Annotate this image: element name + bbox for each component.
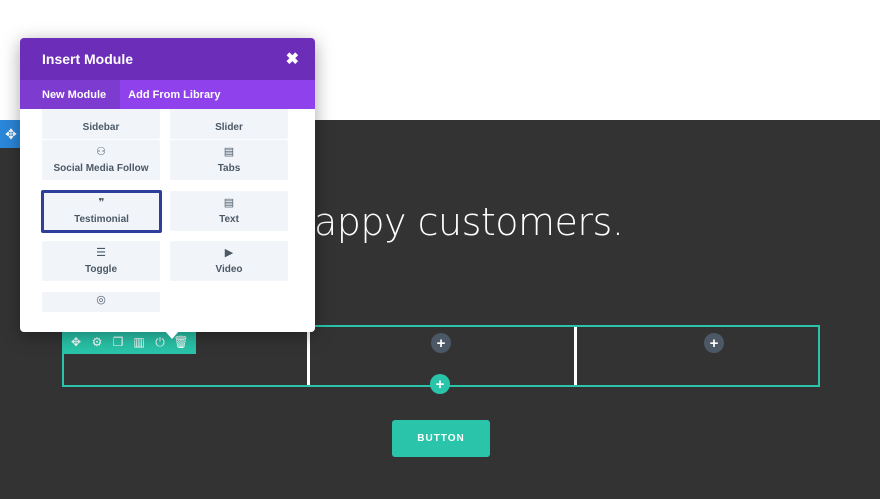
hero-heading: appy customers. — [314, 200, 624, 244]
module-video[interactable]: ▶ Video — [170, 241, 288, 281]
tab-add-from-library[interactable]: Add From Library — [120, 80, 233, 109]
move-icon: ✥ — [5, 125, 17, 142]
cta-button[interactable]: BUTTON — [392, 420, 490, 457]
add-module-button-col3[interactable]: + — [704, 333, 724, 353]
add-row-button[interactable]: + — [430, 374, 450, 394]
toggle-icon: ☰ — [96, 246, 106, 259]
module-label: Slider — [215, 121, 243, 133]
gear-icon[interactable]: ⚙ — [91, 336, 103, 348]
module-text[interactable]: ▤ Text — [170, 191, 288, 231]
module-toggle[interactable]: ☰ Toggle — [42, 241, 160, 281]
module-label: Sidebar — [82, 121, 120, 133]
modal-tabs: New Module Add From Library — [20, 80, 315, 109]
module-label: Video — [215, 263, 243, 275]
module-label: Testimonial — [74, 214, 129, 225]
column-divider — [574, 327, 577, 385]
column-divider — [307, 327, 310, 385]
text-icon: ▤ — [223, 196, 235, 209]
tab-new-module[interactable]: New Module — [20, 80, 121, 109]
columns-icon[interactable]: ▥ — [133, 336, 145, 348]
module-label: Social Media Follow — [53, 162, 149, 174]
close-icon[interactable]: ✖ — [286, 49, 299, 69]
module-label: Toggle — [84, 263, 118, 275]
module-label: Tabs — [217, 162, 241, 174]
add-module-button-col2[interactable]: + — [431, 333, 451, 353]
module-grid: Sidebar Slider ⚇ Social Media Follow ▤ T… — [20, 109, 315, 332]
module-tabs[interactable]: ▤ Tabs — [170, 140, 288, 180]
camera-icon: ◎ — [96, 294, 106, 306]
section-move-handle[interactable]: ✥ — [0, 120, 22, 148]
modal-pointer — [164, 330, 180, 339]
module-testimonial[interactable]: ❞ Testimonial — [41, 190, 162, 233]
module-sidebar[interactable]: Sidebar — [42, 109, 160, 139]
move-icon[interactable]: ✥ — [70, 336, 82, 348]
modal-title: Insert Module — [42, 51, 134, 67]
module-partial[interactable]: ◎ — [42, 292, 160, 312]
quote-icon: ❞ — [98, 197, 105, 209]
duplicate-icon[interactable]: ❐ — [112, 336, 124, 348]
module-slider[interactable]: Slider — [170, 109, 288, 139]
video-icon: ▶ — [224, 246, 234, 259]
module-label: Text — [219, 213, 239, 225]
modal-header: Insert Module ✖ — [20, 38, 315, 80]
insert-module-modal: Insert Module ✖ New Module Add From Libr… — [20, 38, 315, 332]
tabs-icon: ▤ — [223, 145, 235, 158]
module-social-media-follow[interactable]: ⚇ Social Media Follow — [42, 140, 160, 180]
social-follow-icon: ⚇ — [96, 145, 106, 158]
